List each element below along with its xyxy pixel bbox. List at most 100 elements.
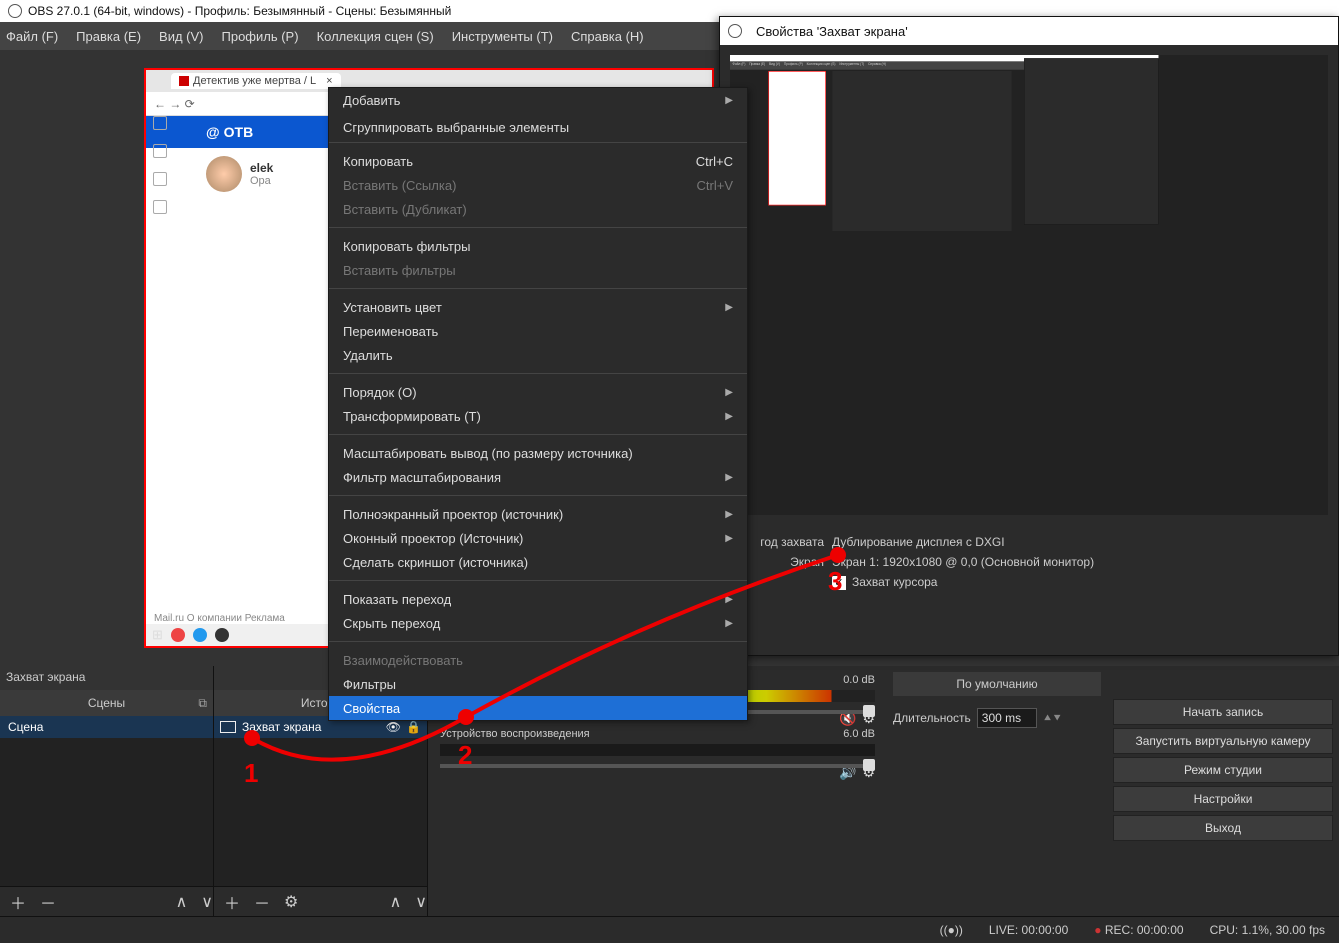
ctx-filters[interactable]: Фильтры (329, 672, 747, 696)
move-up-button[interactable]: ∧ (176, 892, 188, 912)
capture-cursor-label: Захват курсора (852, 575, 937, 589)
transition-select[interactable]: По умолчанию (893, 672, 1101, 696)
scenes-dock: Захват экрана Сцены⧉ Сцена ＋ － ∧ ∨ (0, 666, 214, 916)
mixer-track-playback: Устройство воспроизведения6.0 dB 🔊⚙ (440, 728, 875, 768)
annotation-dot-3 (830, 547, 846, 563)
menu-profile[interactable]: Профиль (P) (222, 29, 299, 44)
footer-links: Mail.ru О компании Реклама (154, 613, 285, 624)
capture-method-value[interactable]: Дублирование дисплея с DXGI (832, 535, 1322, 549)
duration-input[interactable] (977, 708, 1037, 728)
add-source-button[interactable]: ＋ (224, 890, 240, 914)
volume-slider[interactable] (440, 764, 875, 768)
move-down-button[interactable]: ∨ (201, 892, 213, 912)
ctx-order[interactable]: Порядок (O)▶ (329, 380, 747, 404)
track-db: 0.0 dB (843, 674, 875, 686)
screen-value[interactable]: Экран 1: 1920x1080 @ 0,0 (Основной монит… (832, 555, 1322, 569)
remove-scene-button[interactable]: － (40, 890, 56, 914)
menu-help[interactable]: Справка (H) (571, 29, 644, 44)
duration-label: Длительность (893, 711, 971, 725)
favicon-icon (179, 76, 189, 86)
screen-label: Экран (736, 555, 824, 569)
annotation-dot-2 (458, 709, 474, 725)
opera-sidebar (150, 116, 170, 214)
chevron-right-icon: ▶ (725, 95, 733, 106)
ctx-copy[interactable]: КопироватьCtrl+C (329, 149, 747, 173)
track-db: 6.0 dB (843, 728, 875, 740)
ctx-scale-output[interactable]: Масштабировать вывод (по размеру источни… (329, 441, 747, 465)
status-live: LIVE: 00:00:00 (989, 923, 1068, 937)
ctx-properties[interactable]: Свойства (329, 696, 747, 720)
ctx-screenshot[interactable]: Сделать скриншот (источника) (329, 550, 747, 574)
audio-meter (440, 744, 875, 756)
menu-edit[interactable]: Правка (E) (76, 29, 141, 44)
properties-title: Свойства 'Захват экрана' (756, 24, 908, 39)
visibility-icon[interactable]: 👁 (386, 720, 401, 734)
ctx-paste-dup: Вставить (Дубликат) (329, 197, 747, 221)
context-menu: Добавить▶ Сгруппировать выбранные элемен… (328, 87, 748, 721)
popout-icon[interactable]: ⧉ (198, 696, 207, 711)
ctx-rename[interactable]: Переименовать (329, 319, 747, 343)
scene-row[interactable]: Сцена (0, 716, 213, 738)
ctx-copy-filters[interactable]: Копировать фильтры (329, 234, 747, 258)
ctx-window-proj[interactable]: Оконный проектор (Источник)▶ (329, 526, 747, 550)
status-rec: REC: 00:00:00 (1105, 923, 1184, 937)
ctx-paste-ref: Вставить (Ссылка)Ctrl+V (329, 173, 747, 197)
annotation-num-1: 1 (244, 758, 258, 789)
capture-method-label: год захвата (736, 535, 824, 549)
menu-file[interactable]: Файл (F) (6, 29, 58, 44)
remove-source-button[interactable]: － (254, 890, 270, 914)
source-settings-button[interactable]: ⚙ (284, 892, 298, 912)
scenes-header: Сцены (88, 696, 125, 710)
opera-tb-icon (171, 628, 185, 642)
telegram-tb-icon (193, 628, 207, 642)
win-start-icon: ⊞ (152, 627, 163, 643)
start-virtual-cam-button[interactable]: Запустить виртуальную камеру (1113, 728, 1333, 754)
display-icon (220, 721, 236, 733)
properties-preview: Файл (F)Правка (E)Вид (V)Профиль (P)Колл… (730, 55, 1328, 515)
studio-mode-button[interactable]: Режим студии (1113, 757, 1333, 783)
transitions-dock: По умолчанию Длительность ⯅⯆ (887, 666, 1107, 916)
start-recording-button[interactable]: Начать запись (1113, 699, 1333, 725)
controls-dock: Начать запись Запустить виртуальную каме… (1107, 666, 1339, 916)
track-label: Устройство воспроизведения (440, 728, 590, 740)
move-down-button[interactable]: ∨ (415, 892, 427, 912)
nav-icons: ← → ⟳ (154, 97, 195, 111)
lock-icon[interactable]: 🔒 (406, 720, 421, 734)
browser-tab: Детектив уже мертва / L (193, 75, 316, 87)
menu-scenes[interactable]: Коллекция сцен (S) (317, 29, 434, 44)
ctx-hide-transition[interactable]: Скрыть переход▶ (329, 611, 747, 635)
move-up-button[interactable]: ∧ (390, 892, 402, 912)
properties-window: Свойства 'Захват экрана' Файл (F)Правка … (719, 16, 1339, 656)
ctx-delete[interactable]: Удалить (329, 343, 747, 367)
ctx-fullscreen-proj[interactable]: Полноэкранный проектор (источник)▶ (329, 502, 747, 526)
settings-button[interactable]: Настройки (1113, 786, 1333, 812)
site-logo: ОТВ (224, 124, 254, 140)
ctx-group[interactable]: Сгруппировать выбранные элементы (329, 112, 747, 136)
ctx-scale-filter[interactable]: Фильтр масштабирования▶ (329, 465, 747, 489)
ctx-transform[interactable]: Трансформировать (T)▶ (329, 404, 747, 428)
annotation-dot-1 (244, 730, 260, 746)
ctx-interact: Взаимодействовать (329, 648, 747, 672)
annotation-num-3: 3 (828, 566, 842, 597)
scenes-toolbar: ＋ － ∧ ∨ (0, 886, 213, 916)
ctx-show-transition[interactable]: Показать переход▶ (329, 587, 747, 611)
add-scene-button[interactable]: ＋ (10, 890, 26, 914)
menu-view[interactable]: Вид (V) (159, 29, 203, 44)
stepper-icon[interactable]: ⯅⯆ (1043, 711, 1062, 726)
ctx-add[interactable]: Добавить▶ (329, 88, 747, 112)
tab-close-icon: × (326, 75, 332, 87)
statusbar: ((●)) LIVE: 00:00:00 ● REC: 00:00:00 CPU… (0, 916, 1339, 943)
ctx-paste-filters: Вставить фильтры (329, 258, 747, 282)
shortcut: Ctrl+C (696, 154, 733, 169)
exit-button[interactable]: Выход (1113, 815, 1333, 841)
annotation-num-2: 2 (458, 740, 472, 771)
rec-dot-icon: ● (1094, 923, 1101, 937)
obs-tb-icon (215, 628, 229, 642)
user-role: Ора (250, 175, 273, 187)
obs-icon (8, 4, 22, 18)
ctx-set-color[interactable]: Установить цвет▶ (329, 295, 747, 319)
avatar (206, 156, 242, 192)
sources-toolbar: ＋ － ⚙ ∧ ∨ (214, 886, 427, 916)
menu-tools[interactable]: Инструменты (T) (452, 29, 553, 44)
window-title: OBS 27.0.1 (64-bit, windows) - Профиль: … (28, 4, 451, 18)
